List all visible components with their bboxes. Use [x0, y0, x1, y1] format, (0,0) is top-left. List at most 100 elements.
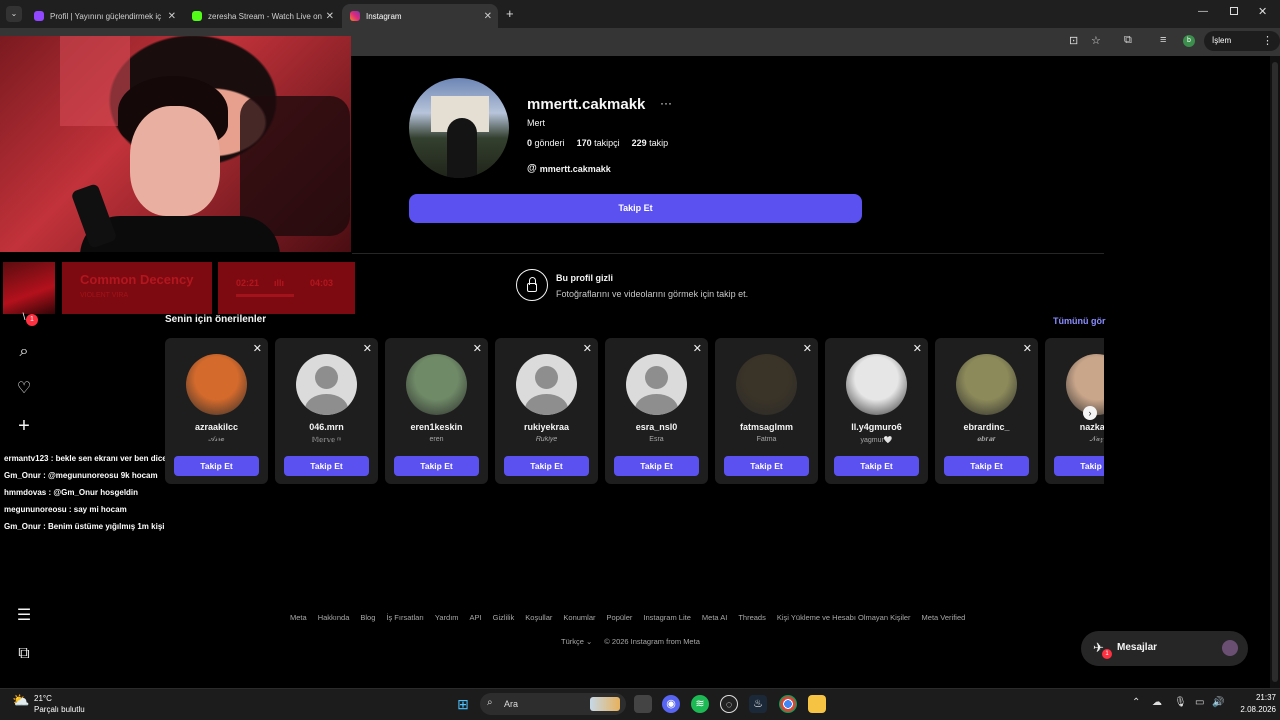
- suggestion-username[interactable]: nazkarv: [1045, 422, 1104, 432]
- suggestion-username[interactable]: fatmsaglmm: [715, 422, 818, 432]
- suggestion-follow-button[interactable]: Takip Et: [724, 456, 809, 476]
- discord-icon[interactable]: ◉: [662, 695, 680, 713]
- suggestion-avatar[interactable]: [956, 354, 1017, 415]
- footer-link[interactable]: Gizlilik: [493, 613, 515, 622]
- tab-twitch-profile[interactable]: Profil | Yayınını güçlendirmek iç ✕: [26, 4, 182, 28]
- suggestion-follow-button[interactable]: Takip Et: [834, 456, 919, 476]
- footer-link[interactable]: İş Fırsatları: [386, 613, 424, 622]
- suggestion-avatar[interactable]: [186, 354, 247, 415]
- suggestion-avatar[interactable]: [626, 354, 687, 415]
- suggestion-follow-button[interactable]: Takip Et: [284, 456, 369, 476]
- scrollbar-thumb[interactable]: [1272, 62, 1278, 682]
- suggestion-avatar[interactable]: [1066, 354, 1104, 415]
- suggestion-username[interactable]: azraakilcc: [165, 422, 268, 432]
- clock-time[interactable]: 21:37: [1246, 693, 1276, 702]
- suggestion-username[interactable]: 046.mrn: [275, 422, 378, 432]
- dismiss-icon[interactable]: ✕: [583, 342, 592, 355]
- apps-icon[interactable]: ⧉: [14, 644, 34, 664]
- footer-link[interactable]: Hakkında: [318, 613, 350, 622]
- microphone-icon[interactable]: 🎙: [1174, 697, 1187, 708]
- suggestion-username[interactable]: ebrardinc_: [935, 422, 1038, 432]
- clock-date[interactable]: 2.08.2026: [1230, 705, 1276, 714]
- steam-icon[interactable]: ♨: [749, 695, 767, 713]
- weather-icon[interactable]: ⛅: [12, 692, 29, 709]
- followers-stat[interactable]: 170 takipçi: [577, 138, 620, 148]
- tab-kick-stream[interactable]: zeresha Stream - Watch Live on ✕: [184, 4, 340, 28]
- footer-link[interactable]: Instagram Lite: [643, 613, 691, 622]
- suggestion-avatar[interactable]: [846, 354, 907, 415]
- close-tab-icon[interactable]: ✕: [484, 11, 492, 22]
- profile-avatar[interactable]: [409, 78, 509, 178]
- windows-start-icon[interactable]: ⊞: [454, 695, 472, 713]
- menu-icon[interactable]: ☰: [14, 606, 34, 626]
- obs-icon[interactable]: ◌: [720, 695, 738, 713]
- browser-menu-icon[interactable]: ⋮: [1262, 34, 1273, 47]
- suggestion-username[interactable]: eren1keskin: [385, 422, 488, 432]
- footer-link[interactable]: Meta Verified: [922, 613, 966, 622]
- file-explorer-icon[interactable]: [808, 695, 826, 713]
- footer-link[interactable]: Yardım: [435, 613, 459, 622]
- suggestion-follow-button[interactable]: Takip Et: [614, 456, 699, 476]
- footer-link[interactable]: Popüler: [607, 613, 633, 622]
- suggestion-avatar[interactable]: [296, 354, 357, 415]
- task-view-icon[interactable]: [634, 695, 652, 713]
- dismiss-icon[interactable]: ✕: [803, 342, 812, 355]
- more-options-icon[interactable]: ···: [660, 96, 672, 110]
- dismiss-icon[interactable]: ✕: [913, 342, 922, 355]
- tray-cloud-icon[interactable]: ☁: [1152, 697, 1162, 708]
- suggestion-avatar[interactable]: [406, 354, 467, 415]
- footer-link[interactable]: Blog: [360, 613, 375, 622]
- browser-profile-avatar[interactable]: b: [1183, 35, 1195, 47]
- threads-link[interactable]: @ mmertt.cakmakk: [527, 163, 611, 174]
- heart-icon[interactable]: ♡: [14, 379, 34, 399]
- footer-link[interactable]: Meta: [290, 613, 307, 622]
- search-icon[interactable]: ⌕: [14, 342, 34, 362]
- footer-link[interactable]: API: [470, 613, 482, 622]
- follow-button[interactable]: Takip Et: [409, 194, 862, 223]
- suggestion-follow-button[interactable]: Takip Et: [944, 456, 1029, 476]
- dismiss-icon[interactable]: ✕: [1023, 342, 1032, 355]
- bookmark-star-icon[interactable]: ☆: [1091, 34, 1101, 47]
- suggestion-follow-button[interactable]: Takip Et: [174, 456, 259, 476]
- tray-chevron-icon[interactable]: ⌃: [1132, 697, 1140, 708]
- volume-icon[interactable]: 🔊: [1212, 697, 1224, 708]
- minimize-button[interactable]: —: [1198, 6, 1208, 17]
- restore-button[interactable]: [1230, 7, 1238, 15]
- tab-search-dropdown[interactable]: ⌄: [6, 6, 22, 22]
- suggestion-username[interactable]: ll.y4gmuro6: [825, 422, 928, 432]
- footer-link[interactable]: Koşullar: [525, 613, 552, 622]
- see-all-link[interactable]: Tümünü gör: [1053, 316, 1106, 326]
- close-tab-icon[interactable]: ✕: [168, 11, 176, 22]
- extensions-icon[interactable]: ⧉: [1124, 34, 1132, 47]
- new-tab-button[interactable]: +: [506, 6, 514, 21]
- footer-link[interactable]: Konumlar: [563, 613, 595, 622]
- media-control-icon[interactable]: ≡: [1160, 34, 1166, 46]
- footer-link[interactable]: Kişi Yükleme ve Hesabı Olmayan Kişiler: [777, 613, 911, 622]
- taskbar-search[interactable]: ⌕ Ara: [480, 693, 626, 715]
- messages-button[interactable]: ✈ 1 Mesajlar: [1081, 631, 1248, 666]
- close-tab-icon[interactable]: ✕: [326, 11, 334, 22]
- suggestion-follow-button[interactable]: Takip Et: [504, 456, 589, 476]
- display-icon[interactable]: ▭: [1195, 697, 1204, 708]
- carousel-next-icon[interactable]: ›: [1083, 406, 1097, 420]
- chrome-icon[interactable]: [779, 695, 797, 713]
- suggestion-avatar[interactable]: [736, 354, 797, 415]
- dismiss-icon[interactable]: ✕: [473, 342, 482, 355]
- suggestion-follow-button[interactable]: Takip Et: [394, 456, 479, 476]
- suggestion-username[interactable]: esra_nsl0: [605, 422, 708, 432]
- tab-instagram[interactable]: Instagram ✕: [342, 4, 498, 28]
- dismiss-icon[interactable]: ✕: [253, 342, 262, 355]
- following-stat[interactable]: 229 takip: [632, 138, 669, 148]
- suggestion-username[interactable]: rukiyekraa: [495, 422, 598, 432]
- language-selector[interactable]: Türkçe ⌄: [561, 637, 592, 646]
- footer-link[interactable]: Meta AI: [702, 613, 727, 622]
- install-app-icon[interactable]: ⊡: [1069, 34, 1078, 47]
- footer-link[interactable]: Threads: [738, 613, 766, 622]
- close-window-button[interactable]: ✕: [1258, 5, 1267, 18]
- weather-description[interactable]: Parçalı bulutlu: [34, 705, 85, 714]
- dismiss-icon[interactable]: ✕: [693, 342, 702, 355]
- spotify-icon[interactable]: ≋: [691, 695, 709, 713]
- suggestion-avatar[interactable]: [516, 354, 577, 415]
- suggestion-follow-button[interactable]: Takip Et: [1054, 456, 1104, 476]
- plus-icon[interactable]: +: [14, 416, 34, 436]
